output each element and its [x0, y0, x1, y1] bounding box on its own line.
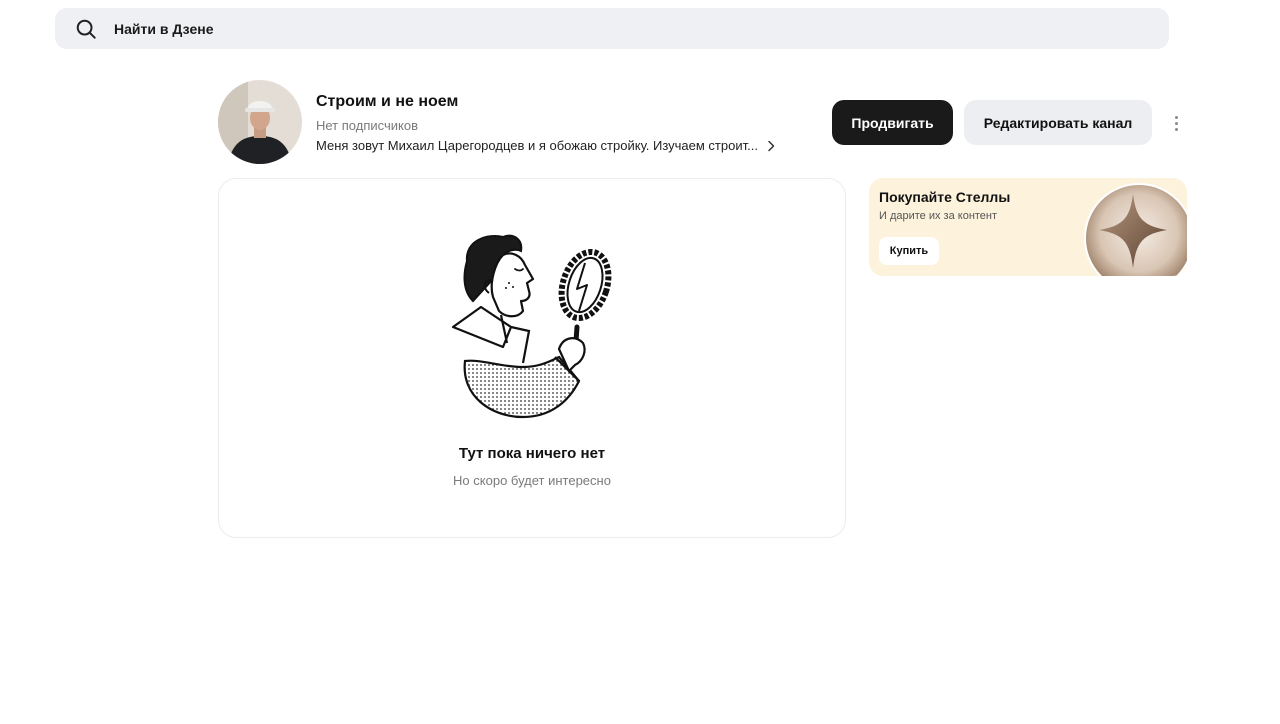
star-sparkle-icon: [1084, 183, 1187, 276]
search-input[interactable]: [114, 20, 714, 37]
empty-state-subtitle: Но скоро будет интересно: [453, 473, 611, 488]
more-options-icon[interactable]: [1166, 110, 1186, 136]
search-bar[interactable]: [55, 8, 1169, 49]
search-icon: [76, 19, 96, 39]
channel-description[interactable]: Меня зовут Михаил Царегородцев и я обожа…: [316, 138, 776, 153]
channel-avatar[interactable]: [218, 80, 302, 164]
chevron-right-icon: [768, 140, 775, 151]
buy-button[interactable]: Купить: [879, 237, 939, 265]
empty-feed-card: Тут пока ничего нет Но скоро будет интер…: [218, 178, 846, 538]
empty-state-title: Тут пока ничего нет: [458, 445, 606, 462]
edit-channel-button[interactable]: Редактировать канал: [964, 100, 1152, 145]
stars-promo-card[interactable]: Покупайте Стеллы И дарите их за контент …: [869, 178, 1187, 276]
promo-title: Покупайте Стеллы: [879, 189, 1011, 205]
mirror-illustration: [451, 234, 612, 419]
promote-button[interactable]: Продвигать: [832, 100, 953, 145]
promo-subtitle: И дарите их за контент: [879, 210, 998, 222]
subscriber-count: Нет подписчиков: [316, 118, 418, 133]
channel-title[interactable]: Строим и не ноем: [316, 93, 458, 111]
channel-description-text: Меня зовут Михаил Царегородцев и я обожа…: [316, 138, 758, 153]
